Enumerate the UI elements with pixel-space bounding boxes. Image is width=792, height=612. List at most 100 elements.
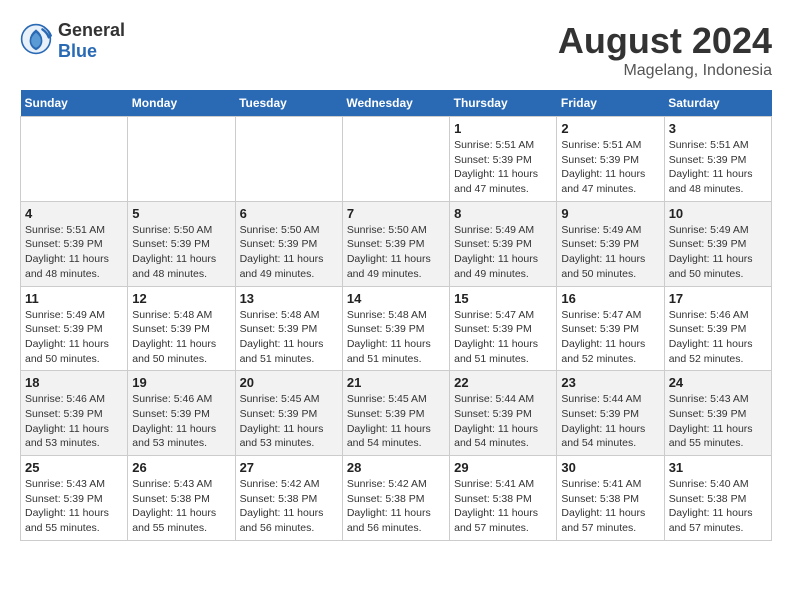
calendar-cell: 17Sunrise: 5:46 AMSunset: 5:39 PMDayligh… <box>664 286 771 371</box>
day-number: 16 <box>561 291 659 306</box>
day-info: Sunrise: 5:43 AMSunset: 5:39 PMDaylight:… <box>669 392 767 451</box>
calendar-cell: 6 Sunrise: 5:50 AMSunset: 5:39 PMDaylight… <box>235 201 342 286</box>
day-info: Sunrise: 5:49 AMSunset: 5:39 PMDaylight:… <box>669 223 767 282</box>
day-number: 25 <box>25 460 123 475</box>
day-info: Sunrise: 5:42 AMSunset: 5:38 PMDaylight:… <box>240 477 338 536</box>
header-friday: Friday <box>557 90 664 117</box>
header-monday: Monday <box>128 90 235 117</box>
calendar-cell: 22Sunrise: 5:44 AMSunset: 5:39 PMDayligh… <box>450 371 557 456</box>
title-area: August 2024 Magelang, Indonesia <box>558 20 772 80</box>
calendar-cell: 12 Sunrise: 5:48 AMSunset: 5:39 PMDayligh… <box>128 286 235 371</box>
calendar-cell: 15 Sunrise: 5:47 AMSunset: 5:39 PMDayligh… <box>450 286 557 371</box>
calendar-cell: 21 Sunrise: 5:45 AMSunset: 5:39 PMDayligh… <box>342 371 449 456</box>
calendar-cell: 27Sunrise: 5:42 AMSunset: 5:38 PMDayligh… <box>235 456 342 541</box>
day-info: Sunrise: 5:46 AMSunset: 5:39 PMDaylight:… <box>669 308 767 367</box>
logo: General Blue <box>20 20 125 62</box>
calendar-cell: 9 Sunrise: 5:49 AMSunset: 5:39 PMDaylight… <box>557 201 664 286</box>
day-number: 12 <box>132 291 230 306</box>
day-number: 18 <box>25 375 123 390</box>
day-info: Sunrise: 5:51 AMSunset: 5:39 PMDaylight:… <box>669 138 767 197</box>
day-info: Sunrise: 5:47 AMSunset: 5:39 PMDaylight:… <box>454 308 552 367</box>
day-number: 8 <box>454 206 552 221</box>
day-info: Sunrise: 5:43 AMSunset: 5:38 PMDaylight:… <box>132 477 230 536</box>
day-info: Sunrise: 5:43 AMSunset: 5:39 PMDaylight:… <box>25 477 123 536</box>
day-number: 2 <box>561 121 659 136</box>
logo-text: General Blue <box>58 20 125 62</box>
calendar-cell: 2 Sunrise: 5:51 AMSunset: 5:39 PMDaylight… <box>557 117 664 202</box>
day-info: Sunrise: 5:49 AMSunset: 5:39 PMDaylight:… <box>454 223 552 282</box>
day-info: Sunrise: 5:51 AMSunset: 5:39 PMDaylight:… <box>25 223 123 282</box>
header-thursday: Thursday <box>450 90 557 117</box>
day-info: Sunrise: 5:50 AMSunset: 5:39 PMDaylight:… <box>132 223 230 282</box>
day-number: 6 <box>240 206 338 221</box>
calendar-cell: 13Sunrise: 5:48 AMSunset: 5:39 PMDayligh… <box>235 286 342 371</box>
calendar-week-row: 18 Sunrise: 5:46 AMSunset: 5:39 PMDayligh… <box>21 371 772 456</box>
day-info: Sunrise: 5:50 AMSunset: 5:39 PMDaylight:… <box>240 223 338 282</box>
day-number: 28 <box>347 460 445 475</box>
day-number: 31 <box>669 460 767 475</box>
day-number: 15 <box>454 291 552 306</box>
day-info: Sunrise: 5:41 AMSunset: 5:38 PMDaylight:… <box>561 477 659 536</box>
calendar-week-row: 25 Sunrise: 5:43 AMSunset: 5:39 PMDayligh… <box>21 456 772 541</box>
header-wednesday: Wednesday <box>342 90 449 117</box>
calendar-table: SundayMondayTuesdayWednesdayThursdayFrid… <box>20 90 772 541</box>
calendar-cell: 26 Sunrise: 5:43 AMSunset: 5:38 PMDayligh… <box>128 456 235 541</box>
day-info: Sunrise: 5:51 AMSunset: 5:39 PMDaylight:… <box>561 138 659 197</box>
day-info: Sunrise: 5:46 AMSunset: 5:39 PMDaylight:… <box>25 392 123 451</box>
day-info: Sunrise: 5:42 AMSunset: 5:38 PMDaylight:… <box>347 477 445 536</box>
day-number: 21 <box>347 375 445 390</box>
calendar-cell: 5 Sunrise: 5:50 AMSunset: 5:39 PMDaylight… <box>128 201 235 286</box>
calendar-week-row: 1 Sunrise: 5:51 AMSunset: 5:39 PMDaylight… <box>21 117 772 202</box>
calendar-cell: 4 Sunrise: 5:51 AMSunset: 5:39 PMDaylight… <box>21 201 128 286</box>
day-number: 20 <box>240 375 338 390</box>
day-number: 10 <box>669 206 767 221</box>
day-info: Sunrise: 5:40 AMSunset: 5:38 PMDaylight:… <box>669 477 767 536</box>
logo-icon <box>20 23 52 60</box>
day-number: 26 <box>132 460 230 475</box>
page-header: General Blue August 2024 Magelang, Indon… <box>20 20 772 80</box>
calendar-cell: 16 Sunrise: 5:47 AMSunset: 5:39 PMDayligh… <box>557 286 664 371</box>
day-info: Sunrise: 5:45 AMSunset: 5:39 PMDaylight:… <box>347 392 445 451</box>
logo-blue: Blue <box>58 41 97 61</box>
day-info: Sunrise: 5:44 AMSunset: 5:39 PMDaylight:… <box>454 392 552 451</box>
calendar-cell: 20 Sunrise: 5:45 AMSunset: 5:39 PMDayligh… <box>235 371 342 456</box>
day-number: 29 <box>454 460 552 475</box>
day-info: Sunrise: 5:45 AMSunset: 5:39 PMDaylight:… <box>240 392 338 451</box>
day-info: Sunrise: 5:48 AMSunset: 5:39 PMDaylight:… <box>347 308 445 367</box>
day-number: 4 <box>25 206 123 221</box>
day-info: Sunrise: 5:49 AMSunset: 5:39 PMDaylight:… <box>561 223 659 282</box>
calendar-cell <box>235 117 342 202</box>
calendar-cell: 23Sunrise: 5:44 AMSunset: 5:39 PMDayligh… <box>557 371 664 456</box>
month-year-title: August 2024 <box>558 20 772 62</box>
calendar-cell: 14 Sunrise: 5:48 AMSunset: 5:39 PMDayligh… <box>342 286 449 371</box>
calendar-cell: 7 Sunrise: 5:50 AMSunset: 5:39 PMDaylight… <box>342 201 449 286</box>
calendar-cell: 24 Sunrise: 5:43 AMSunset: 5:39 PMDayligh… <box>664 371 771 456</box>
day-number: 5 <box>132 206 230 221</box>
day-number: 9 <box>561 206 659 221</box>
calendar-cell: 3Sunrise: 5:51 AMSunset: 5:39 PMDaylight… <box>664 117 771 202</box>
day-number: 30 <box>561 460 659 475</box>
calendar-cell: 31 Sunrise: 5:40 AMSunset: 5:38 PMDayligh… <box>664 456 771 541</box>
day-info: Sunrise: 5:46 AMSunset: 5:39 PMDaylight:… <box>132 392 230 451</box>
day-number: 24 <box>669 375 767 390</box>
calendar-cell: 19Sunrise: 5:46 AMSunset: 5:39 PMDayligh… <box>128 371 235 456</box>
header-sunday: Sunday <box>21 90 128 117</box>
calendar-cell: 18 Sunrise: 5:46 AMSunset: 5:39 PMDayligh… <box>21 371 128 456</box>
day-number: 14 <box>347 291 445 306</box>
day-number: 1 <box>454 121 552 136</box>
day-number: 7 <box>347 206 445 221</box>
calendar-header-row: SundayMondayTuesdayWednesdayThursdayFrid… <box>21 90 772 117</box>
day-info: Sunrise: 5:41 AMSunset: 5:38 PMDaylight:… <box>454 477 552 536</box>
day-number: 13 <box>240 291 338 306</box>
calendar-cell: 29 Sunrise: 5:41 AMSunset: 5:38 PMDayligh… <box>450 456 557 541</box>
day-info: Sunrise: 5:48 AMSunset: 5:39 PMDaylight:… <box>132 308 230 367</box>
day-info: Sunrise: 5:51 AMSunset: 5:39 PMDaylight:… <box>454 138 552 197</box>
day-info: Sunrise: 5:47 AMSunset: 5:39 PMDaylight:… <box>561 308 659 367</box>
location-subtitle: Magelang, Indonesia <box>558 62 772 80</box>
day-number: 11 <box>25 291 123 306</box>
day-info: Sunrise: 5:50 AMSunset: 5:39 PMDaylight:… <box>347 223 445 282</box>
calendar-cell: 30 Sunrise: 5:41 AMSunset: 5:38 PMDayligh… <box>557 456 664 541</box>
logo-general: General <box>58 20 125 40</box>
calendar-cell: 11Sunrise: 5:49 AMSunset: 5:39 PMDayligh… <box>21 286 128 371</box>
calendar-cell: 10 Sunrise: 5:49 AMSunset: 5:39 PMDayligh… <box>664 201 771 286</box>
